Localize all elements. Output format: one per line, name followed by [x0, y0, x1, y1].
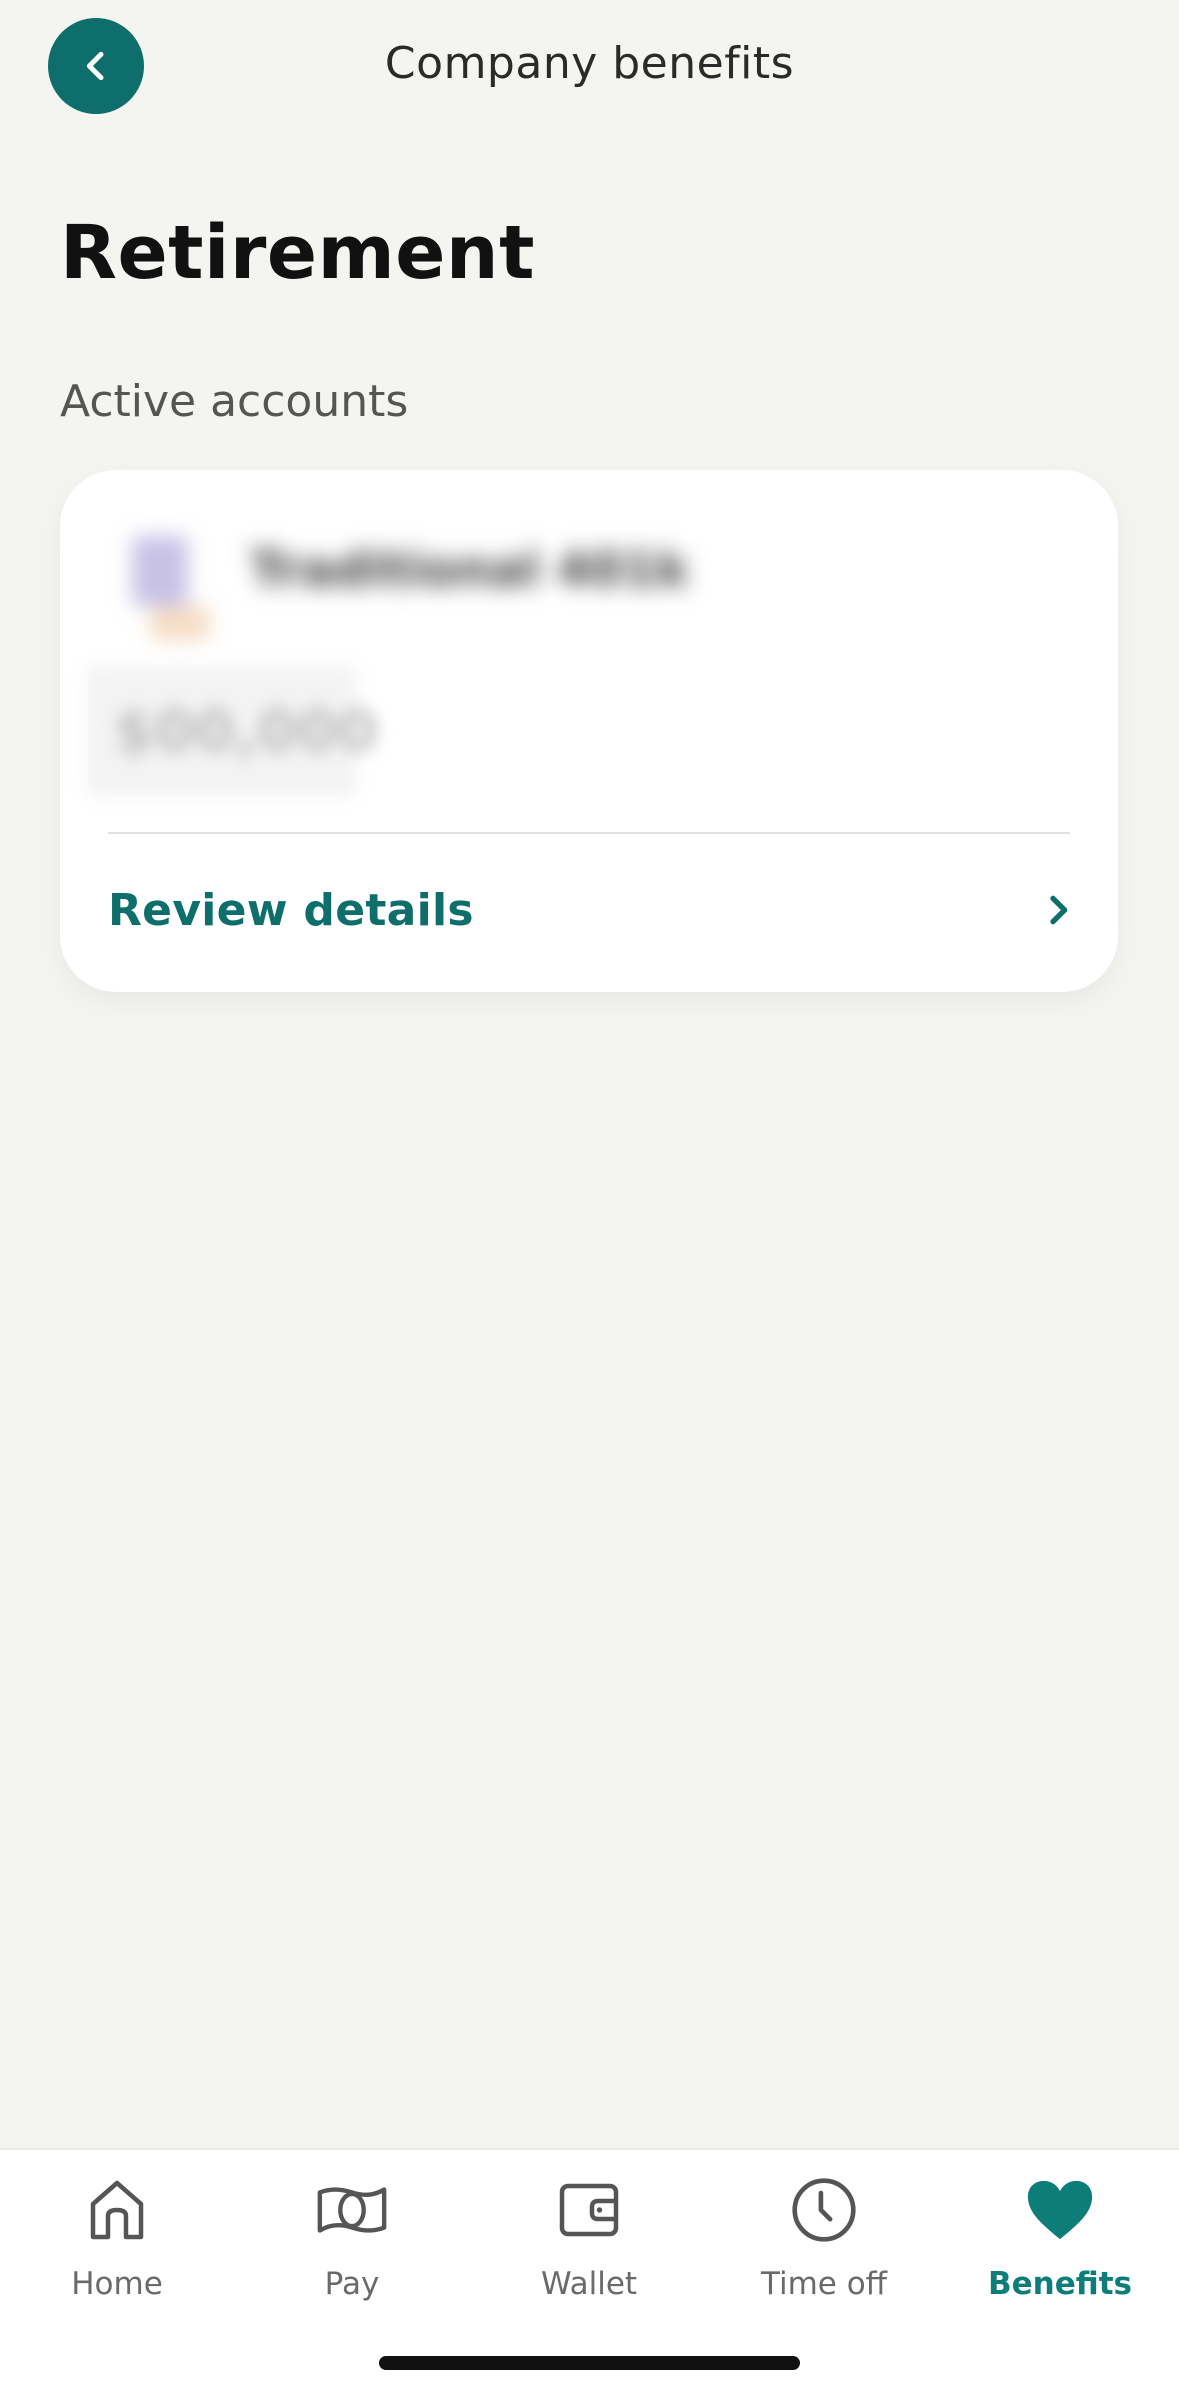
plan-logo — [110, 526, 230, 646]
nav-label-time-off: Time off — [760, 2266, 888, 2302]
retirement-account-card[interactable]: Traditional 401k $00,000 Review details — [60, 470, 1118, 992]
review-details-label: Review details — [108, 884, 474, 936]
nav-item-pay[interactable]: Pay — [257, 2172, 447, 2322]
wallet-icon — [559, 2183, 619, 2237]
heart-icon — [1027, 2180, 1093, 2240]
money-icon — [317, 2187, 387, 2233]
plan-name: Traditional 401k — [250, 542, 689, 598]
section-label-active-accounts: Active accounts — [60, 376, 409, 427]
retirement-screen: Company benefits Retirement Active accou… — [0, 0, 1179, 2396]
bottom-nav: Home Pay Wallet Time off Benefits — [0, 2148, 1179, 2396]
nav-item-time-off[interactable]: Time off — [729, 2172, 919, 2322]
nav-label-home: Home — [71, 2266, 163, 2302]
review-details-button[interactable]: Review details — [108, 850, 1078, 970]
nav-item-home[interactable]: Home — [22, 2172, 212, 2322]
home-indicator — [379, 2356, 800, 2370]
nav-item-wallet[interactable]: Wallet — [494, 2172, 684, 2322]
plan-balance-value: $00,000 — [114, 697, 379, 765]
clock-icon — [792, 2178, 856, 2242]
card-divider — [108, 832, 1070, 834]
page-title: Retirement — [60, 210, 535, 296]
nav-label-pay: Pay — [324, 2266, 380, 2302]
nav-label-benefits: Benefits — [988, 2266, 1132, 2302]
header-title: Company benefits — [384, 38, 795, 89]
chevron-right-icon — [1050, 895, 1068, 925]
nav-label-wallet: Wallet — [540, 2266, 638, 2302]
home-icon — [90, 2180, 144, 2240]
plan-balance: $00,000 — [86, 666, 378, 796]
nav-item-benefits[interactable]: Benefits — [965, 2172, 1155, 2322]
